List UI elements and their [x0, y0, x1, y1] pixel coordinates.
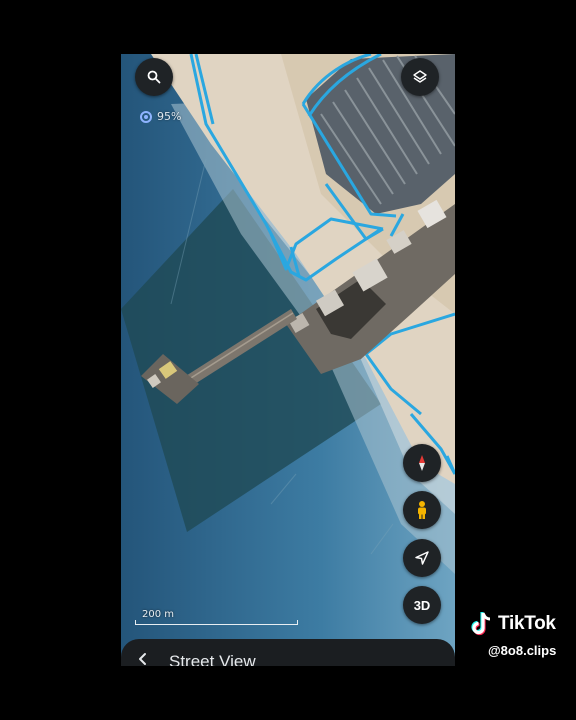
chevron-left-icon[interactable] — [135, 651, 151, 666]
scale-ruler — [135, 620, 298, 625]
street-view-sheet[interactable]: Street View — [121, 639, 455, 666]
phone-screen: 95% 3D 200 m Street View — [121, 54, 455, 666]
tiktok-brand: TikTok — [498, 613, 556, 634]
search-icon — [147, 70, 161, 84]
tiktok-watermark: TikTok — [470, 611, 556, 637]
pegman-icon — [418, 501, 426, 519]
progress-ring-icon — [140, 110, 152, 123]
street-view-pegman-button[interactable] — [403, 491, 441, 529]
my-location-button[interactable] — [403, 539, 441, 577]
navigation-arrow-icon — [415, 551, 429, 565]
creator-handle: @8o8.clips — [488, 643, 557, 658]
scale-label: 200 m — [142, 609, 175, 620]
compass-icon — [419, 455, 425, 471]
compass-button[interactable] — [403, 444, 441, 482]
layers-icon — [413, 70, 427, 83]
satellite-map[interactable] — [121, 54, 455, 666]
3d-label: 3D — [413, 597, 431, 613]
3d-toggle-button[interactable]: 3D — [403, 586, 441, 624]
scale-bar: 200 m — [135, 609, 300, 625]
sheet-title: Street View — [169, 652, 256, 666]
tiktok-logo-icon — [471, 612, 491, 636]
loading-percent: 95% — [157, 110, 182, 123]
layers-button[interactable] — [401, 58, 439, 96]
loading-progress: 95% — [140, 110, 181, 123]
search-button[interactable] — [135, 58, 173, 96]
